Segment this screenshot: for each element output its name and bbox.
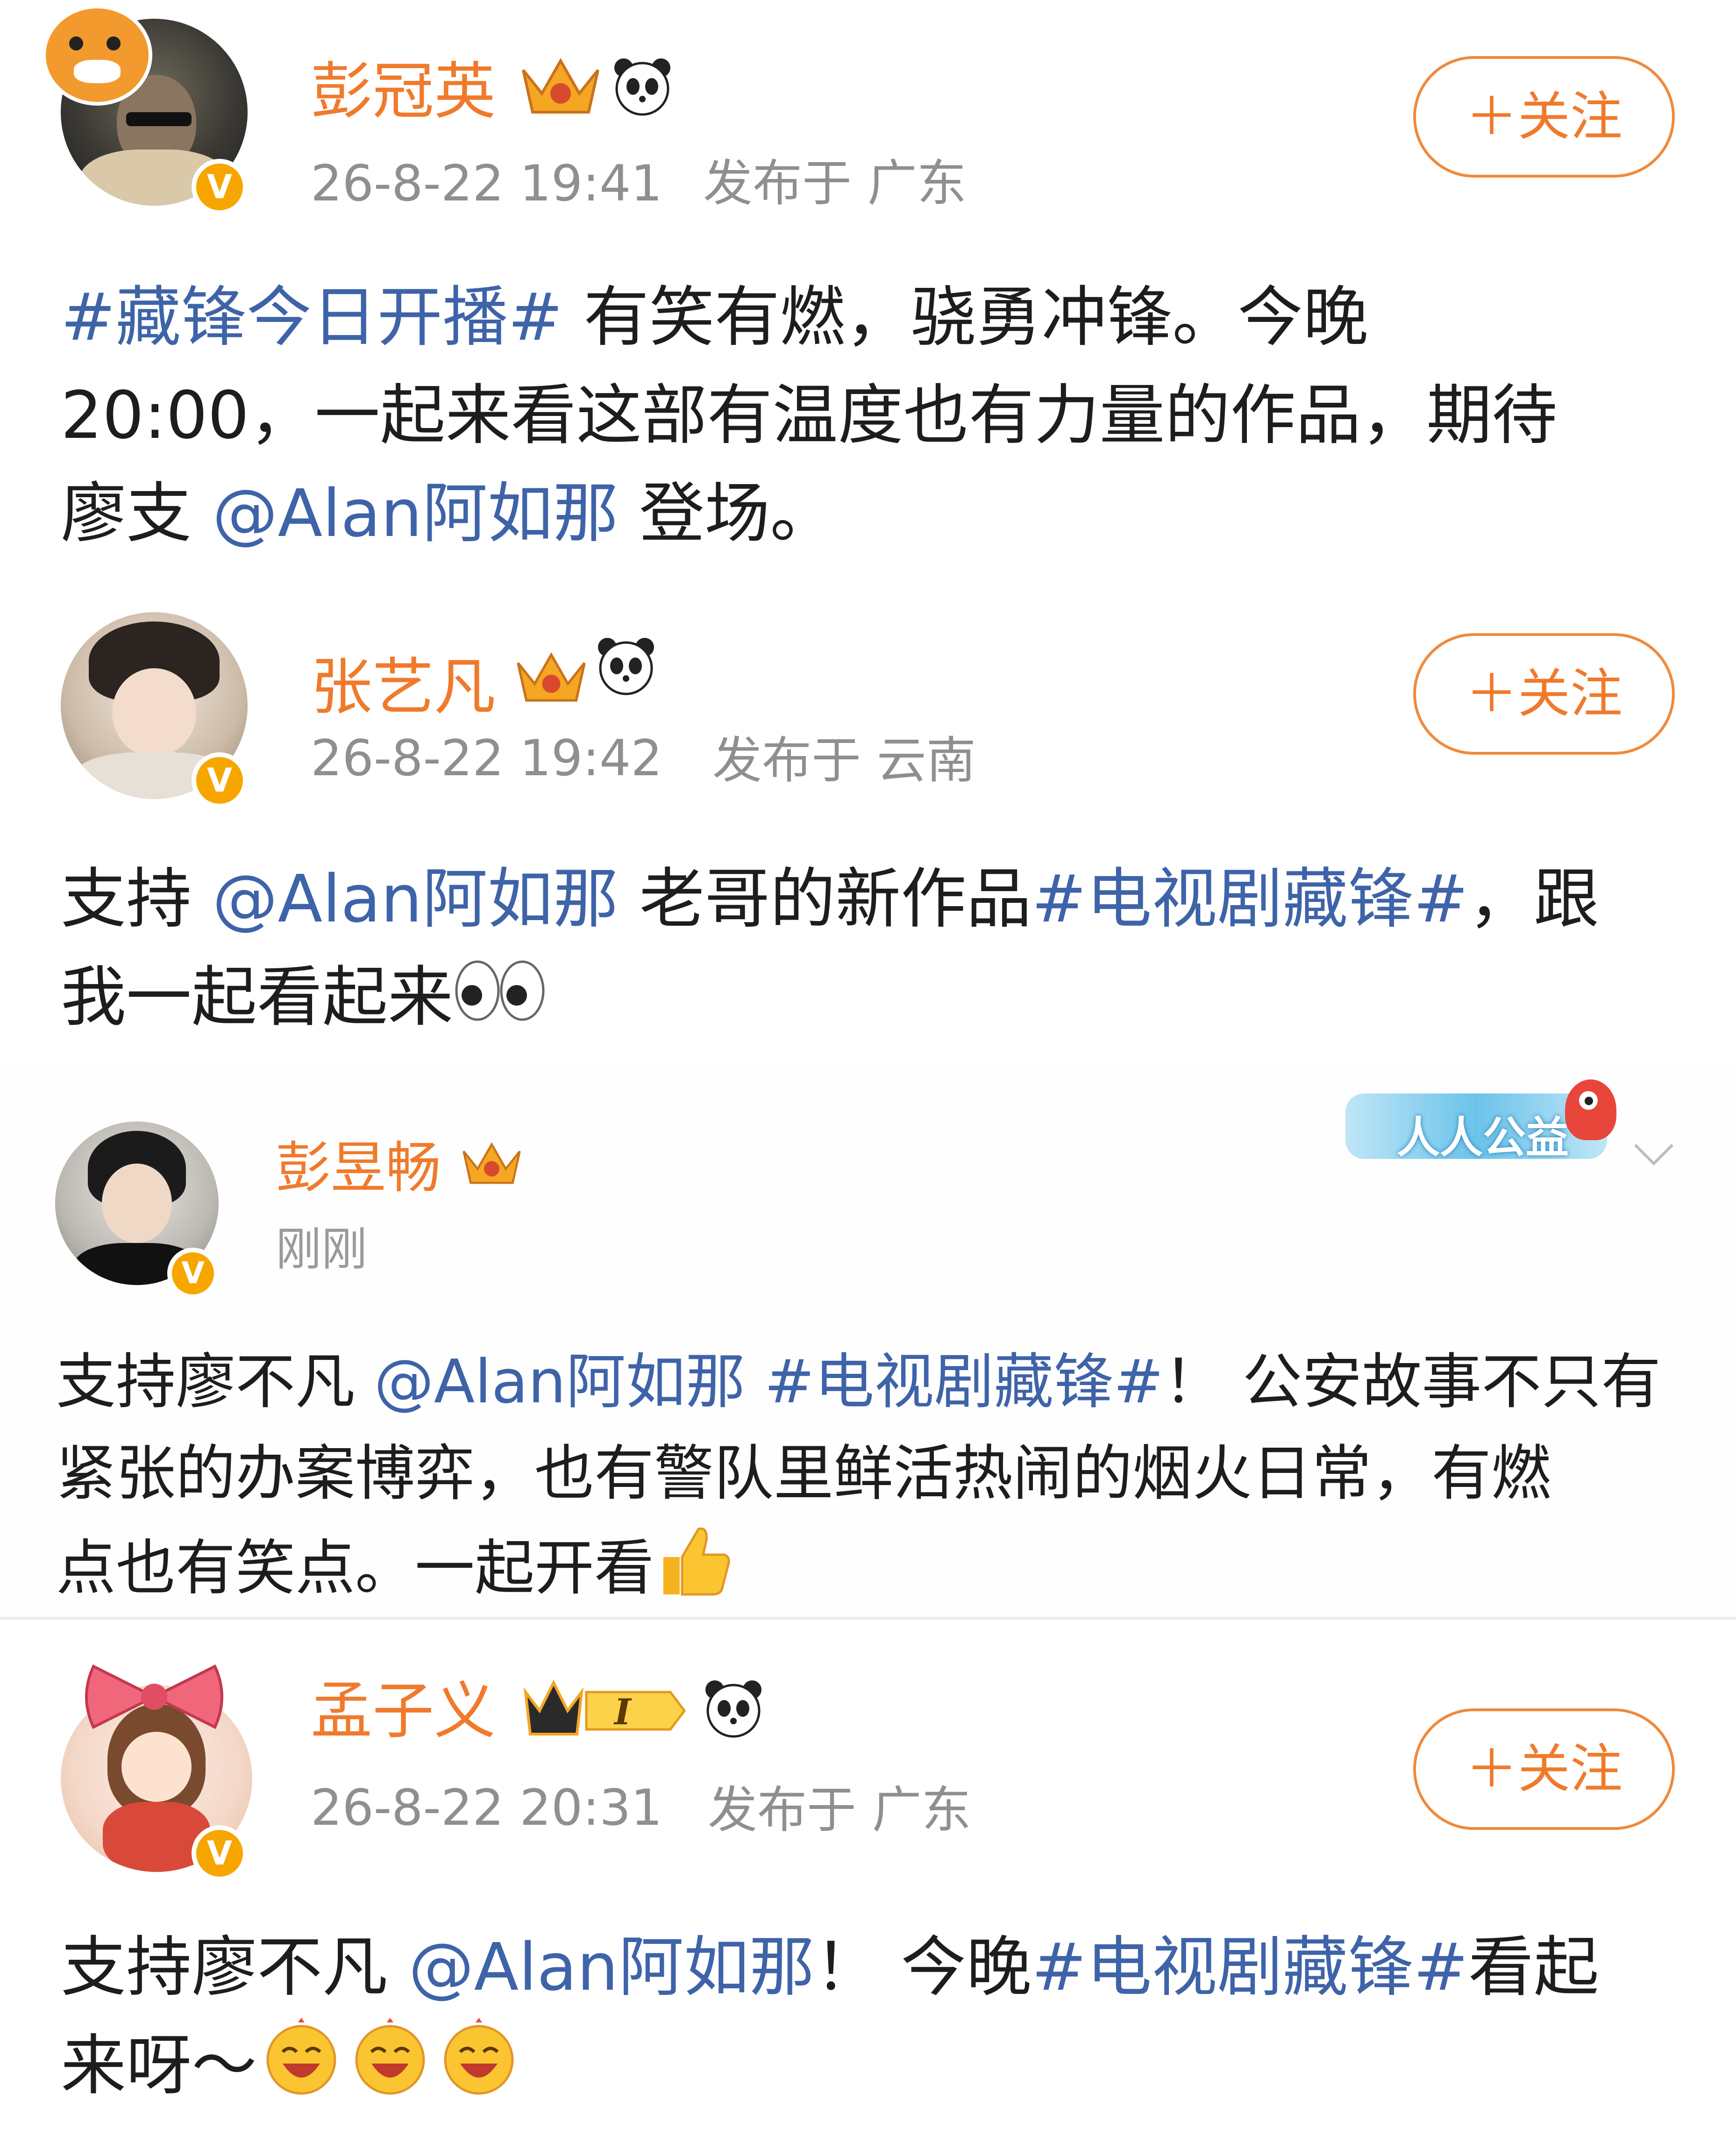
bow-icon [75,1662,234,1732]
laughing-emoji [434,2017,523,2123]
post-text: 支持 @Alan阿如那 老哥的新作品#电视剧藏锋#，跟 我一起看起来 [61,850,1677,1050]
post-time: 刚刚 [276,1223,368,1276]
mention-link[interactable]: @Alan阿如那 [213,861,619,937]
tiger-sticker-icon [42,5,152,106]
mention-link[interactable]: @Alan阿如那 [213,476,619,552]
fish-mascot-icon [1565,1079,1616,1140]
post-text: #藏锋今日开播# 有笑有燃，骁勇冲锋。今晚 20:00，一起来看这部有温度也有力… [61,279,1558,552]
hashtag-link[interactable]: #藏锋今日开播# [61,279,563,356]
post-2: V 张艺凡 26-8-22 19:42 发布于 云南 ＋关注 支持 @Alan阿… [0,575,1736,1065]
mention-link[interactable]: @Alan阿如那 [374,1347,746,1417]
post-time: 26-8-22 20:31 [311,1779,662,1836]
avatar[interactable]: V [55,1122,219,1299]
mention-link[interactable]: @Alan阿如那 [409,1929,815,2006]
eyes-emoji [453,952,547,1050]
verified-v-icon: V [192,1825,248,1881]
post-location: 发布于 云南 [712,732,976,789]
verified-v-icon: V [192,752,248,808]
hashtag-link[interactable]: #电视剧藏锋# [1032,1929,1468,2006]
author-name[interactable]: 孟子义 [311,1680,496,1742]
author-name[interactable]: 彭冠英 [311,61,496,122]
verified-v-icon: V [167,1248,219,1299]
laughing-emoji [257,2017,346,2123]
avatar[interactable]: V [61,612,248,808]
panda-icon [596,636,656,696]
post-text: 支持廖不凡 @Alan阿如那！ 今晚#电视剧藏锋#看起 来呀～ [61,1919,1677,2123]
thumbs-up-emoji [654,1520,733,1625]
crown-icon [460,1136,523,1192]
follow-button[interactable]: ＋关注 [1413,56,1675,178]
avatar[interactable]: V [42,5,248,215]
author-name[interactable]: 彭昱畅 [276,1140,441,1195]
post-location: 发布于 广东 [703,155,967,212]
follow-button[interactable]: ＋关注 [1413,1708,1675,1830]
post-1: V 彭冠英 26-8-22 19:41 发布于 广东 ＋关注 #藏锋今日开播# … [0,0,1736,575]
post-time: 26-8-22 19:42 [311,729,662,787]
post-time: 26-8-22 19:41 [311,155,662,212]
verified-v-icon: V [192,159,248,215]
hashtag-link[interactable]: #电视剧藏锋# [745,1347,1164,1417]
avatar[interactable]: V [61,1664,252,1881]
panda-icon [612,56,673,117]
crown-icon [519,51,603,121]
post-location: 发布于 广东 [708,1781,971,1839]
crown-icon [514,645,589,710]
chevron-down-icon[interactable] [1630,1136,1677,1173]
panda-icon [703,1678,764,1739]
post-4: V 孟子义 I 26-8-22 20:31 发布于 广东 ＋关注 支持廖不凡 @… [0,1620,1736,2143]
vip-level-badge: I [521,1673,689,1743]
post-3: 人人公益 V 彭昱畅 刚刚 支持廖不凡 @Alan阿如那 #电视剧藏锋#！ 公安… [0,1065,1736,1617]
charity-badge[interactable]: 人人公益 [1345,1079,1626,1168]
hashtag-link[interactable]: #电视剧藏锋# [1032,861,1468,937]
follow-button[interactable]: ＋关注 [1413,633,1675,755]
post-text: 支持廖不凡 @Alan阿如那 #电视剧藏锋#！ 公安故事不只有 紧张的办案博弈，… [56,1336,1700,1625]
laughing-emoji [346,2017,434,2123]
author-name[interactable]: 张艺凡 [311,657,496,718]
